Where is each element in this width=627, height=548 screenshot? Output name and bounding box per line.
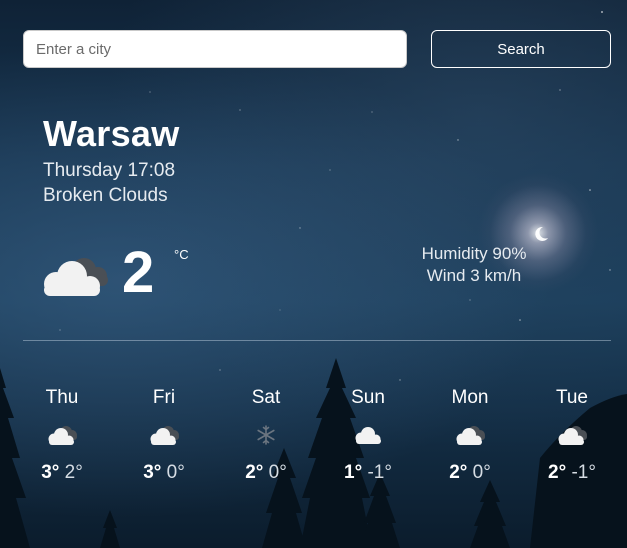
forecast-min-temp: 0°: [472, 462, 491, 483]
forecast-day: Sat 2° 0°: [215, 386, 317, 484]
forecast-day-name: Fri: [152, 387, 176, 408]
snowflake-icon: [257, 425, 275, 445]
current-datetime: Thursday 17:08: [43, 160, 176, 181]
city-search-input[interactable]: [23, 30, 407, 68]
cloud-icon: [355, 427, 381, 444]
forecast-min-temp: 2°: [64, 462, 83, 483]
forecast-day: Tue 2° -1°: [521, 386, 623, 484]
forecast-max-temp: 1°: [344, 462, 363, 483]
forecast-day: Fri 3° 0°: [113, 386, 215, 484]
wind-readout: Wind 3 km/h: [426, 266, 522, 285]
cloud-icon: [150, 426, 179, 445]
section-divider: [23, 340, 611, 341]
cloud-icon: [48, 426, 77, 445]
forecast-day: Mon 2° 0°: [419, 386, 521, 484]
temperature-unit: °C: [174, 247, 189, 262]
forecast-max-temp: 2°: [245, 462, 264, 483]
forecast-temps: 2° 0°: [419, 462, 521, 484]
city-name: Warsaw: [43, 113, 180, 154]
forecast-day-name: Tue: [555, 387, 589, 408]
forecast-day-name: Sun: [351, 387, 385, 408]
humidity-readout: Humidity 90%: [421, 244, 527, 263]
cloud-icon: [44, 258, 108, 296]
forecast-min-temp: -1°: [571, 462, 596, 483]
cloud-icon: [558, 426, 587, 445]
forecast-temps: 3° 2°: [11, 462, 113, 484]
forecast-day-name: Thu: [45, 387, 79, 408]
forecast-max-temp: 3°: [143, 462, 162, 483]
forecast-temps: 2° 0°: [215, 462, 317, 484]
forecast-min-temp: 0°: [166, 462, 185, 483]
forecast-min-temp: -1°: [367, 462, 392, 483]
cloud-icon: [456, 426, 485, 445]
forecast-day-name: Mon: [451, 387, 489, 408]
forecast-temps: 2° -1°: [521, 462, 623, 484]
forecast-day-name: Sat: [251, 387, 281, 408]
forecast-max-temp: 2°: [449, 462, 468, 483]
forecast-list: Thu 3° 2° Fri 3° 0° Sat 2° 0° Sun 1° -1°…: [11, 386, 623, 486]
weather-description: Broken Clouds: [43, 185, 168, 206]
search-button[interactable]: Search: [431, 30, 611, 68]
forecast-temps: 1° -1°: [317, 462, 419, 484]
forecast-max-temp: 2°: [548, 462, 567, 483]
forecast-min-temp: 0°: [268, 462, 287, 483]
forecast-day: Sun 1° -1°: [317, 386, 419, 484]
forecast-day: Thu 3° 2°: [11, 386, 113, 484]
forecast-temps: 3° 0°: [113, 462, 215, 484]
forecast-max-temp: 3°: [41, 462, 60, 483]
current-temperature: 2: [122, 240, 155, 305]
